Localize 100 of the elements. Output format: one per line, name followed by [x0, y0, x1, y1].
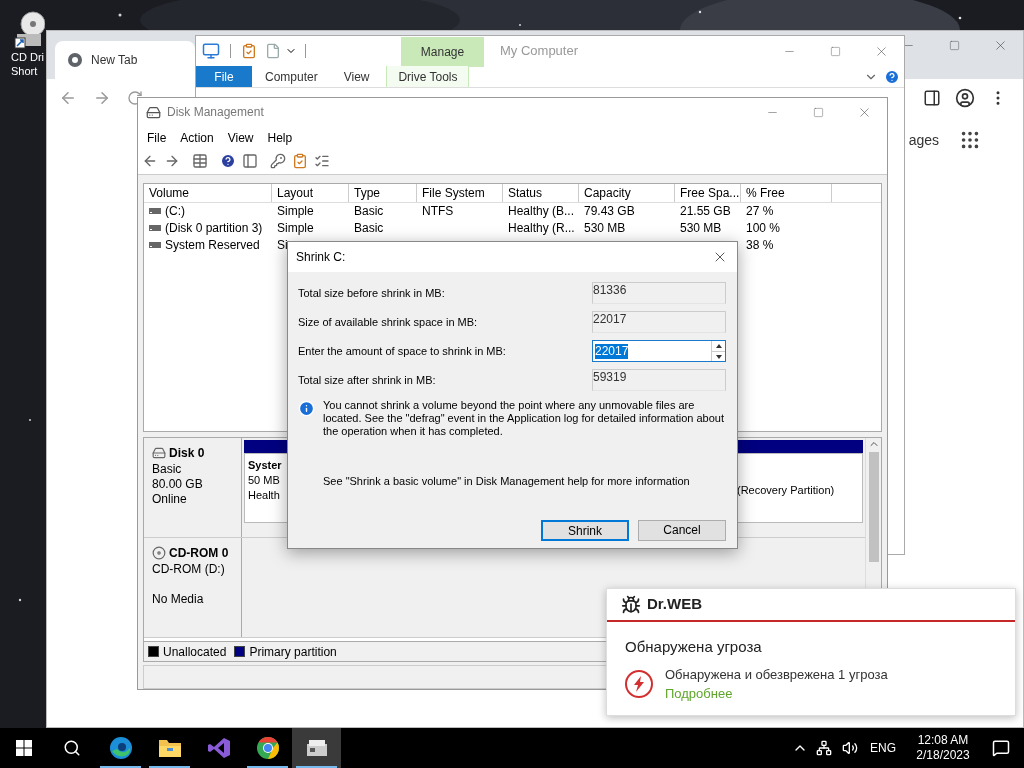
drive-tools-tab[interactable]: Drive Tools [386, 66, 470, 87]
drive-icon [149, 208, 161, 215]
column-header[interactable]: Layout [272, 183, 349, 202]
reload-icon[interactable] [127, 90, 143, 106]
column-header[interactable]: Status [503, 183, 579, 202]
column-header[interactable]: Free Spa... [675, 183, 741, 202]
side-panel-icon[interactable] [923, 89, 941, 107]
disk-management-icon [146, 104, 161, 120]
table-cell-text: 38 % [746, 237, 774, 255]
chrome-logo-icon [255, 736, 280, 760]
help-icon[interactable] [884, 68, 900, 85]
images-link[interactable]: ages [908, 129, 939, 151]
lightning-icon [625, 670, 653, 698]
readonly-field: 81336 [592, 282, 726, 304]
shrink-button[interactable]: Shrink [541, 519, 629, 541]
taskbar-app[interactable] [292, 728, 341, 768]
language-indicator[interactable]: ENG [870, 739, 896, 757]
icon-label: CD Dri [10, 50, 44, 64]
table-cell-text: Basic [354, 220, 384, 238]
partition-info: Health [248, 488, 281, 504]
menu-item[interactable]: Action [174, 128, 220, 147]
cancel-button[interactable]: Cancel [638, 519, 726, 541]
table-cell-text: NTFS [422, 203, 454, 221]
checklist-icon[interactable] [292, 153, 308, 170]
column-header[interactable]: Capacity [579, 183, 675, 202]
apps-grid-icon[interactable] [959, 129, 981, 151]
windows-logo-icon[interactable] [16, 740, 32, 756]
disk-info: Basic [152, 462, 183, 478]
browser-tab[interactable]: New Tab [55, 41, 195, 79]
column-header[interactable]: % Free [741, 183, 832, 202]
table-cell-text: 530 MB [584, 220, 626, 238]
menu-item[interactable]: View [221, 128, 260, 147]
spider-logo-icon [621, 594, 641, 615]
folder-icon [157, 737, 182, 759]
spin-down-icon[interactable] [715, 354, 722, 359]
file-tab[interactable]: File [196, 66, 252, 87]
table-cell-text: Si [277, 237, 288, 255]
disk-management-icon [304, 738, 329, 758]
table-cell-text: 79.43 GB [584, 203, 635, 221]
brand-name: Dr.WEB [647, 594, 702, 615]
table-cell-text: 27 % [746, 203, 774, 221]
clock[interactable]: 12:08 AM 2/18/2023 [908, 733, 978, 763]
table-cell-text: Healthy (B... [508, 203, 575, 221]
readonly-field: 22017 [592, 311, 726, 333]
table-view-icon[interactable] [192, 153, 208, 170]
window-title: My Computer [500, 42, 579, 61]
disk-status: Online [152, 492, 188, 508]
column-header[interactable]: File System [417, 183, 503, 202]
volume-icon[interactable] [842, 740, 858, 756]
partition-info: Syster [248, 458, 283, 474]
profile-icon[interactable] [955, 88, 975, 108]
legend-label: Unallocated [163, 643, 227, 661]
table-cell-text: 530 MB [680, 220, 722, 238]
forward-icon[interactable] [93, 89, 111, 107]
back-icon[interactable] [59, 89, 77, 107]
info-text: You cannot shrink a volume beyond the point where any unmovable files are located. See the "defrag" event in the Application log for detailed information about the operation when it has completed. [323, 399, 726, 438]
disk-info: CD-ROM (D:) [152, 562, 226, 578]
table-cell-text: System Reserved [165, 237, 260, 255]
notification-message: Обнаружена и обезврежена 1 угроза [665, 665, 888, 684]
column-header[interactable]: Volume [144, 183, 272, 202]
panel-icon[interactable] [242, 153, 258, 170]
key-icon[interactable] [270, 153, 286, 170]
ribbon-tab[interactable]: Computer [252, 66, 331, 87]
computer-icon[interactable] [202, 42, 220, 60]
search-icon[interactable] [63, 739, 81, 757]
dialog-title: Shrink C: [296, 249, 346, 266]
ribbon-tab[interactable]: View [330, 66, 383, 87]
legend-label: Primary partition [249, 643, 337, 661]
context-tab-group: Manage [401, 37, 484, 67]
visual-studio-logo-icon [206, 736, 231, 760]
edge-logo-icon [108, 736, 133, 760]
help-icon[interactable] [220, 153, 236, 170]
notification-title: Обнаружена угроза [624, 637, 763, 657]
drive-icon [149, 225, 161, 232]
notifications-icon[interactable] [992, 739, 1010, 757]
icon-label: Short [10, 64, 38, 78]
field-label: Enter the amount of space to shrink in MB: [298, 343, 506, 359]
table-cell-text: Basic [354, 203, 384, 221]
table-cell-text: Simple [277, 220, 314, 238]
spin-up-icon[interactable] [715, 344, 722, 348]
table-cell-text: 100 % [746, 220, 781, 238]
partition-info: (Recovery Partition) [737, 482, 836, 498]
disk-name: CD-ROM 0 [169, 545, 229, 563]
properties-icon[interactable] [241, 43, 257, 59]
menu-item[interactable]: Help [261, 128, 299, 147]
help-text: See "Shrink a basic volume" in Disk Management help for more information [322, 474, 691, 489]
cd-drive-icon[interactable] [11, 10, 45, 50]
readonly-field: 59319 [592, 369, 726, 391]
menu-item[interactable]: File [141, 128, 173, 147]
disk-name: Disk 0 [169, 445, 205, 463]
column-header[interactable]: Type [349, 183, 417, 202]
disk-info: 80.00 GB [152, 477, 204, 493]
partition-info: 50 MB [248, 473, 281, 489]
cd-drive-icon [152, 546, 166, 561]
table-cell-text: Healthy (R... [508, 220, 575, 238]
disk-status: No Media [152, 592, 205, 608]
shrink-amount-spinbox[interactable]: 22017 [592, 340, 726, 362]
info-icon [298, 400, 315, 417]
table-cell-text: (Disk 0 partition 3) [165, 220, 263, 238]
network-icon[interactable] [816, 740, 832, 756]
